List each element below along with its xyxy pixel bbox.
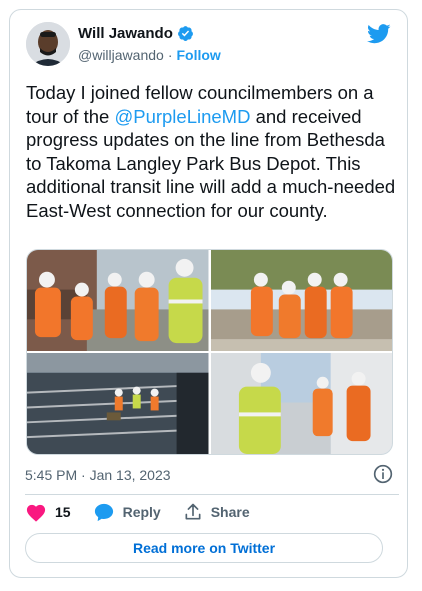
media-grid bbox=[26, 249, 393, 455]
share-icon bbox=[185, 503, 201, 520]
reply-button[interactable]: Reply bbox=[93, 502, 161, 522]
share-button[interactable]: Share bbox=[183, 502, 250, 522]
like-button[interactable]: 15 bbox=[25, 502, 71, 522]
verified-badge-icon bbox=[177, 26, 193, 41]
photo-4[interactable] bbox=[210, 353, 392, 454]
reply-bubble-icon bbox=[94, 503, 113, 522]
avatar[interactable] bbox=[26, 22, 70, 66]
tweet-timestamp[interactable]: 5:45 PM · Jan 13, 2023 bbox=[25, 467, 171, 483]
tweet-text: Today I joined fellow councilmembers on … bbox=[26, 81, 398, 222]
reply-label: Reply bbox=[122, 504, 161, 520]
photo-3[interactable] bbox=[27, 353, 209, 454]
author-name-row: Will Jawando bbox=[78, 25, 194, 42]
photo-1[interactable] bbox=[27, 250, 209, 351]
handle-separator: · bbox=[167, 47, 173, 63]
photo-2[interactable] bbox=[210, 250, 392, 351]
action-bar: 15 Reply Share bbox=[25, 502, 272, 522]
author-handle-row: @willjawando · Follow bbox=[78, 47, 221, 63]
share-label: Share bbox=[210, 504, 250, 520]
mention-link[interactable]: @PurpleLineMD bbox=[114, 106, 250, 127]
read-more-button[interactable]: Read more on Twitter bbox=[25, 533, 383, 563]
tweet-card: Will Jawando @willjawando · Follow Today… bbox=[9, 9, 408, 578]
info-icon[interactable] bbox=[373, 464, 393, 484]
author-name[interactable]: Will Jawando bbox=[78, 25, 173, 42]
twitter-bird-icon[interactable] bbox=[367, 24, 391, 44]
like-count: 15 bbox=[55, 504, 71, 520]
heart-icon bbox=[26, 504, 46, 522]
follow-button[interactable]: Follow bbox=[176, 47, 220, 63]
author-handle[interactable]: @willjawando bbox=[78, 47, 164, 63]
divider bbox=[25, 494, 399, 495]
